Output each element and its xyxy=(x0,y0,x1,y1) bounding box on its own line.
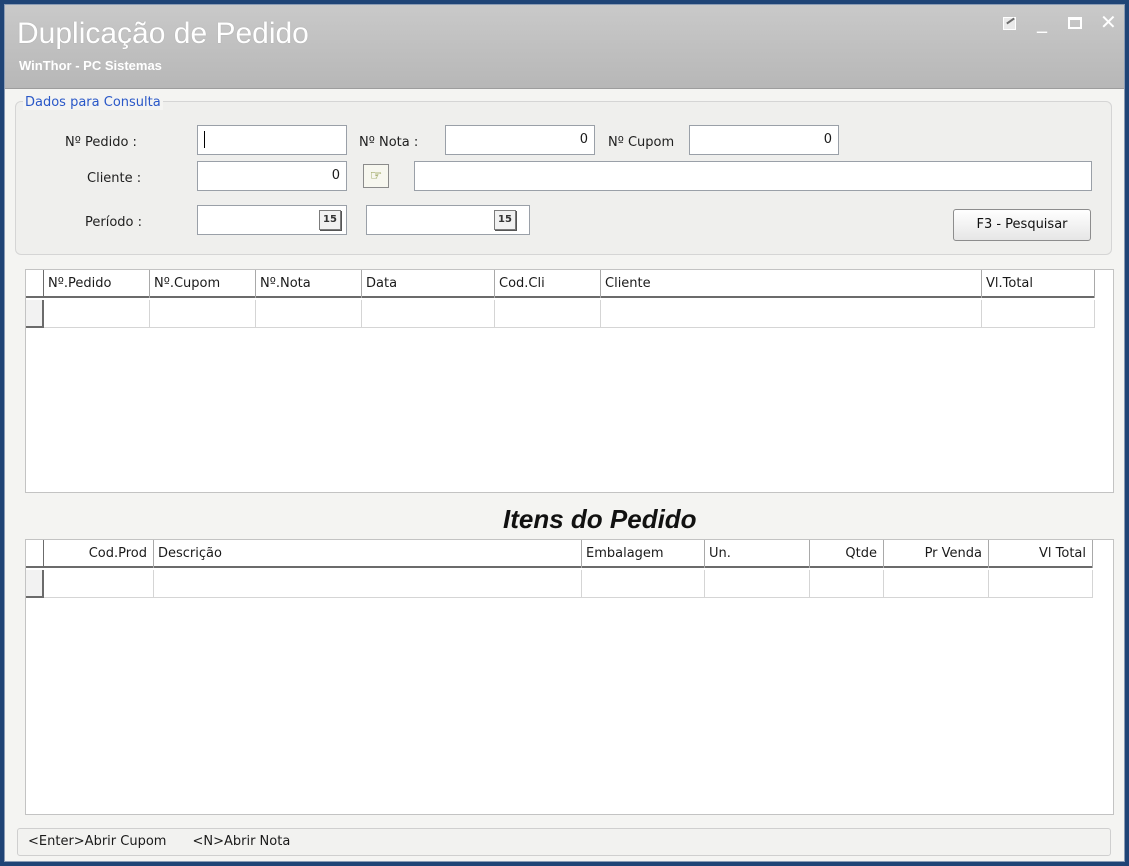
cell[interactable] xyxy=(810,570,884,598)
col-cod-cli[interactable]: Cod.Cli xyxy=(495,270,601,298)
orders-grid[interactable]: Nº.Pedido Nº.Cupom Nº.Nota Data Cod.Cli … xyxy=(25,269,1114,493)
orders-grid-header: Nº.Pedido Nº.Cupom Nº.Nota Data Cod.Cli … xyxy=(26,270,1095,298)
cell[interactable] xyxy=(495,300,601,328)
col-data[interactable]: Data xyxy=(362,270,495,298)
calendar-icon[interactable]: 15 xyxy=(319,210,341,230)
col-pr-venda[interactable]: Pr Venda xyxy=(884,540,989,568)
cell[interactable] xyxy=(44,570,154,598)
title-bar: Duplicação de Pedido WinThor - PC Sistem… xyxy=(5,5,1124,89)
col-descricao[interactable]: Descrição xyxy=(154,540,582,568)
cell[interactable] xyxy=(705,570,810,598)
cliente-name-input[interactable] xyxy=(414,161,1092,191)
row-indicator xyxy=(26,300,44,328)
search-button[interactable]: F3 - Pesquisar xyxy=(953,209,1091,241)
window-title: Duplicação de Pedido xyxy=(17,17,309,50)
nota-input[interactable]: 0 xyxy=(445,125,595,155)
col-un[interactable]: Un. xyxy=(705,540,810,568)
maximize-button[interactable] xyxy=(1068,17,1082,29)
col-embalagem[interactable]: Embalagem xyxy=(582,540,705,568)
calendar-icon-end[interactable]: 15 xyxy=(494,210,516,230)
restore-icon[interactable] xyxy=(1003,16,1016,30)
row-indicator xyxy=(26,570,44,598)
periodo-label: Período : xyxy=(85,215,143,230)
search-button-label: F3 - Pesquisar xyxy=(976,217,1068,232)
col-nota[interactable]: Nº.Nota xyxy=(256,270,362,298)
cupom-input[interactable]: 0 xyxy=(689,125,839,155)
col-cupom[interactable]: Nº.Cupom xyxy=(150,270,256,298)
app-window: Duplicação de Pedido WinThor - PC Sistem… xyxy=(0,0,1129,866)
query-group-title: Dados para Consulta xyxy=(23,95,163,110)
row-indicator-header xyxy=(26,270,44,298)
status-bar: <Enter>Abrir Cupom <N>Abrir Nota xyxy=(17,828,1111,856)
close-button[interactable]: ✕ xyxy=(1100,12,1117,32)
hand-pointer-icon[interactable]: ☞ xyxy=(363,164,389,188)
text-caret xyxy=(204,131,205,148)
nota-label: Nº Nota : xyxy=(359,135,419,150)
row-indicator-header xyxy=(26,540,44,568)
col-qtde[interactable]: Qtde xyxy=(810,540,884,568)
cliente-code-input[interactable]: 0 xyxy=(197,161,347,191)
cell[interactable] xyxy=(150,300,256,328)
cell[interactable] xyxy=(44,300,150,328)
status-hint-nota: <N>Abrir Nota xyxy=(192,834,291,849)
window-body: Duplicação de Pedido WinThor - PC Sistem… xyxy=(4,4,1125,862)
minimize-button[interactable]: _ xyxy=(1034,11,1050,31)
cell[interactable] xyxy=(884,570,989,598)
col-cliente[interactable]: Cliente xyxy=(601,270,982,298)
col-pedido[interactable]: Nº.Pedido xyxy=(44,270,150,298)
items-section-title: Itens do Pedido xyxy=(503,504,697,534)
cliente-label: Cliente : xyxy=(87,171,142,186)
col-cod-prod[interactable]: Cod.Prod xyxy=(44,540,154,568)
cell[interactable] xyxy=(601,300,982,328)
cell[interactable] xyxy=(256,300,362,328)
table-row[interactable] xyxy=(26,300,1095,328)
window-subtitle: WinThor - PC Sistemas xyxy=(19,58,162,73)
col-vl-total[interactable]: Vl.Total xyxy=(982,270,1095,298)
cupom-label: Nº Cupom xyxy=(608,135,675,150)
pedido-label: Nº Pedido : xyxy=(65,135,137,150)
pedido-input[interactable] xyxy=(197,125,347,155)
cell[interactable] xyxy=(362,300,495,328)
items-grid-header: Cod.Prod Descrição Embalagem Un. Qtde Pr… xyxy=(26,540,1093,568)
cell[interactable] xyxy=(582,570,705,598)
window-controls: _ ✕ xyxy=(1003,11,1117,32)
status-hint-cupom: <Enter>Abrir Cupom xyxy=(28,834,167,849)
cell[interactable] xyxy=(989,570,1093,598)
items-grid[interactable]: Cod.Prod Descrição Embalagem Un. Qtde Pr… xyxy=(25,539,1114,815)
cell[interactable] xyxy=(982,300,1095,328)
col-vl-total-item[interactable]: Vl Total xyxy=(989,540,1093,568)
table-row[interactable] xyxy=(26,570,1093,598)
cell[interactable] xyxy=(154,570,582,598)
